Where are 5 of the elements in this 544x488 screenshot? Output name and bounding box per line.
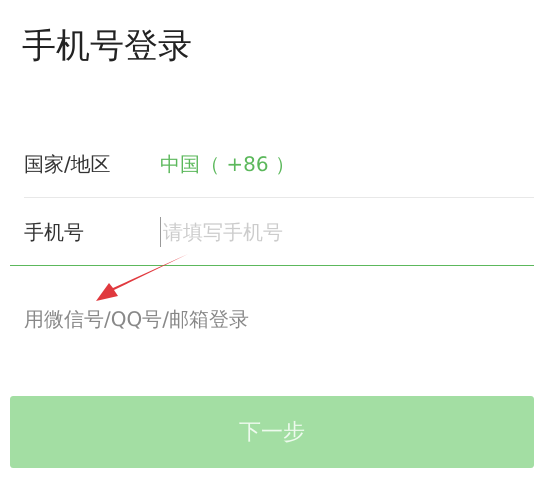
page-title: 手机号登录 (22, 25, 192, 68)
field-label: 手机号 (24, 218, 85, 246)
country-value[interactable]: 中国（ +86 ） (160, 148, 295, 178)
field-label: 国家/地区 (24, 150, 112, 178)
alt-login-link[interactable]: 用微信号/QQ号/邮箱登录 (24, 304, 249, 334)
